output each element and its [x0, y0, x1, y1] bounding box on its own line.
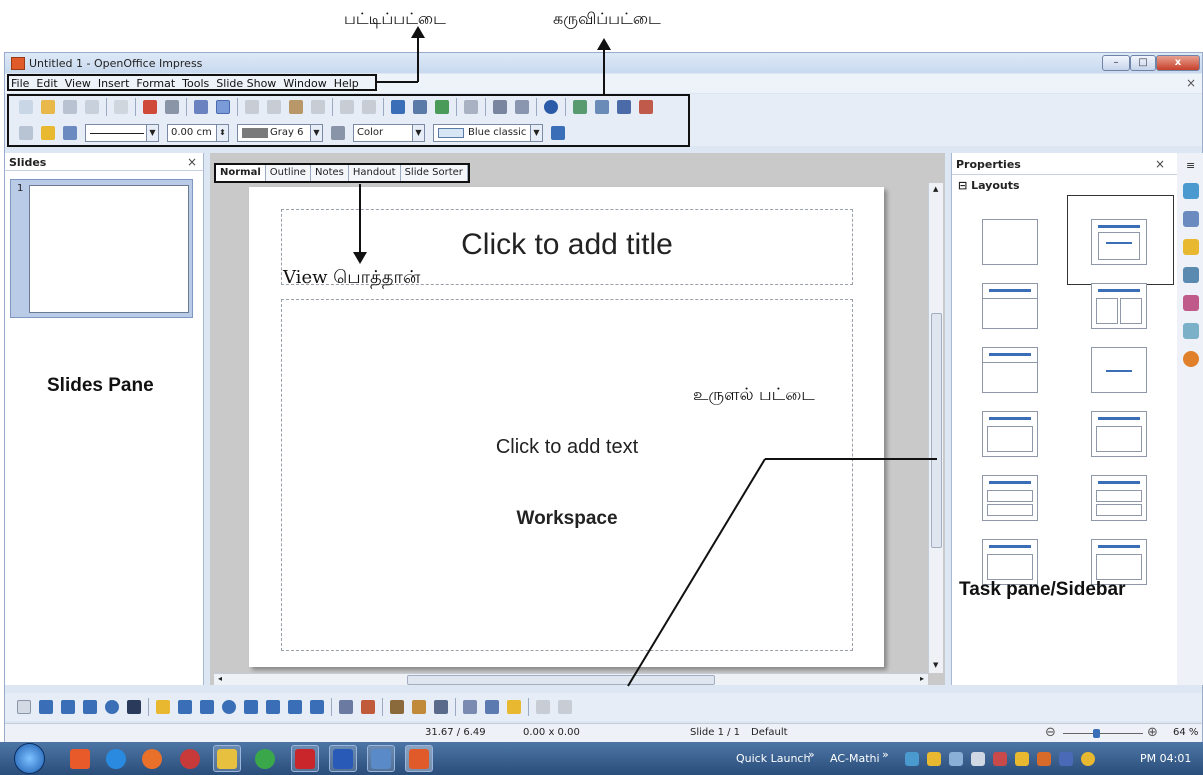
- scrollbar-pointer-line: [627, 458, 766, 687]
- view-arrowhead: [353, 252, 367, 264]
- annotation-arrows: [353, 26, 937, 687]
- toolbar-arrowhead: [597, 38, 611, 50]
- menubar-arrowhead: [411, 26, 425, 38]
